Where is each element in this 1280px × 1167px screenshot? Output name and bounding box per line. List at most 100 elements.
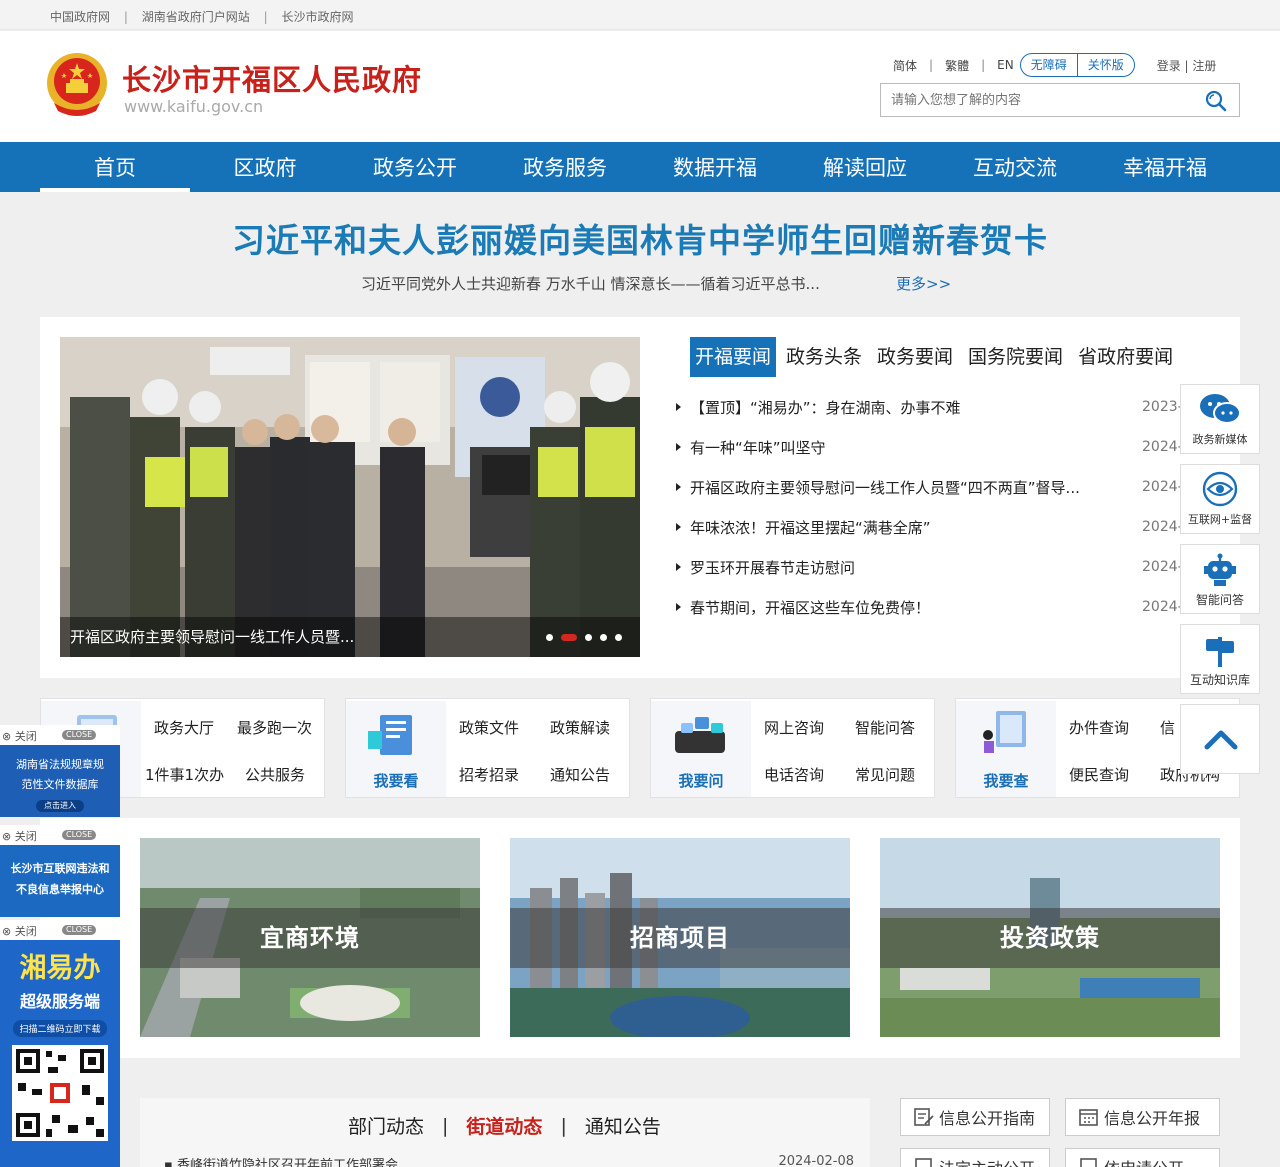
feature-investment-policy[interactable]: 投资政策: [880, 838, 1220, 1037]
news-title[interactable]: 开福区政府主要领导慰问一线工作人员暨“四不两直”督导...: [690, 477, 1126, 498]
close-badge[interactable]: CLOSE: [62, 925, 97, 935]
news-title[interactable]: 【置顶】“湘易办”：身在湖南、办事不难: [690, 397, 1126, 418]
tab-notices[interactable]: 通知公告: [585, 1112, 661, 1139]
list-item[interactable]: 有一种“年味”叫坚守 2024-: [676, 427, 1183, 467]
button-label: 信息公开指南: [939, 1109, 1036, 1128]
list-item[interactable]: 【置顶】“湘易办”：身在湖南、办事不难 2023-: [676, 387, 1183, 427]
close-bar[interactable]: ⊗ 关闭 CLOSE: [0, 725, 120, 745]
tab-state-council-news[interactable]: 国务院要闻: [963, 337, 1068, 377]
tab-department-news[interactable]: 部门动态: [348, 1112, 424, 1139]
service-link[interactable]: 便民查询: [1069, 764, 1129, 785]
service-link[interactable]: 政务大厅: [154, 717, 214, 738]
link-changsha-gov[interactable]: 长沙市政府网: [281, 10, 353, 24]
headline-title[interactable]: 习近平和夫人彭丽媛向美国林肯中学师生回赠新春贺卡: [0, 214, 1280, 262]
feature-investment-projects[interactable]: 招商项目: [510, 838, 850, 1037]
tab-provincial-news[interactable]: 省政府要闻: [1073, 337, 1178, 377]
service-link[interactable]: 信: [1160, 717, 1175, 738]
service-link[interactable]: 电话咨询: [764, 764, 824, 785]
nav-government-services[interactable]: 政务服务: [490, 142, 640, 192]
statutory-disclosure-button[interactable]: 法定主动公开: [900, 1148, 1050, 1167]
site-title: 长沙市开福区人民政府: [122, 63, 423, 97]
news-title[interactable]: 罗玉环开展春节走访慰问: [690, 557, 1126, 578]
nav-data-kaifu[interactable]: 数据开福: [640, 142, 790, 192]
service-link[interactable]: 最多跑一次: [237, 717, 312, 738]
feature-business-environment[interactable]: 宜商环境: [140, 838, 480, 1037]
service-link[interactable]: 公共服务: [245, 764, 305, 785]
close-badge[interactable]: CLOSE: [62, 830, 97, 840]
elder-mode-button[interactable]: 关怀版: [1076, 54, 1134, 76]
info-annual-report-button[interactable]: 信息公开年报: [1065, 1098, 1220, 1136]
application-disclosure-button[interactable]: 依申请公开: [1065, 1148, 1220, 1167]
service-link[interactable]: 智能问答: [855, 717, 915, 738]
list-item[interactable]: 年味浓浓！开福这里摆起“满巷全席” 2024-: [676, 507, 1183, 547]
list-item[interactable]: ▪ 香峰街道竹隐社区召开年前工作部署会 2024-02-08: [164, 1154, 854, 1167]
close-icon[interactable]: ⊗ 关闭: [2, 828, 37, 844]
back-to-top-button[interactable]: [1180, 704, 1260, 774]
news-title[interactable]: 有一种“年味”叫坚守: [690, 437, 1126, 458]
nav-happy-kaifu[interactable]: 幸福开福: [1090, 142, 1240, 192]
nav-district-government[interactable]: 区政府: [190, 142, 340, 192]
bottom-tabs: 部门动态 | 街道动态 | 通知公告: [348, 1112, 661, 1139]
service-link[interactable]: 政策文件: [459, 717, 519, 738]
nav-home[interactable]: 首页: [40, 142, 190, 192]
service-label[interactable]: 我要看: [346, 770, 446, 791]
service-link[interactable]: 常见问题: [855, 764, 915, 785]
regulations-database-link[interactable]: 湖南省法规规章规范性文件数据库 点击进入: [0, 745, 120, 817]
service-link[interactable]: 网上咨询: [764, 717, 824, 738]
nav-government-affairs-open[interactable]: 政务公开: [340, 142, 490, 192]
tab-kaifu-news[interactable]: 开福要闻: [690, 337, 777, 377]
slide-dot-active[interactable]: [561, 634, 577, 641]
link-gov-cn[interactable]: 中国政府网: [50, 10, 110, 24]
close-badge[interactable]: CLOSE: [62, 730, 97, 740]
news-title[interactable]: 年味浓浓！开福这里摆起“满巷全席”: [690, 517, 1126, 538]
slide-dot[interactable]: [600, 634, 607, 641]
list-item[interactable]: 春节期间，开福区这些车位免费停！ 2024-: [676, 587, 1183, 627]
gov-new-media-button[interactable]: 政务新媒体: [1180, 384, 1260, 454]
service-link[interactable]: 政策解读: [550, 717, 610, 738]
close-bar[interactable]: ⊗ 关闭 CLOSE: [0, 825, 120, 845]
feature-label[interactable]: 招商项目: [510, 908, 850, 968]
service-label[interactable]: 我要查: [956, 770, 1056, 791]
close-icon[interactable]: ⊗ 关闭: [2, 923, 37, 939]
slide-dot[interactable]: [615, 634, 622, 641]
nav-interaction[interactable]: 互动交流: [940, 142, 1090, 192]
news-title[interactable]: 春节期间，开福区这些车位免费停！: [690, 597, 1126, 618]
service-label[interactable]: 我要问: [651, 770, 751, 791]
list-item[interactable]: 罗玉环开展春节走访慰问 2024-: [676, 547, 1183, 587]
news-slideshow[interactable]: 开福区政府主要领导慰问一线工作人员暨...: [60, 337, 640, 657]
feature-label[interactable]: 宜商环境: [140, 908, 480, 968]
tab-government-news[interactable]: 政务要闻: [872, 337, 958, 377]
feature-label[interactable]: 投资政策: [880, 908, 1220, 968]
lang-simplified-link[interactable]: 简体: [893, 57, 917, 74]
search-icon[interactable]: [1205, 90, 1227, 112]
report-center-link[interactable]: 长沙市互联网违法和不良信息举报中心: [0, 845, 120, 917]
service-link[interactable]: 办件查询: [1069, 717, 1129, 738]
lang-traditional-link[interactable]: 繁體: [945, 57, 969, 74]
internet-supervision-button[interactable]: 互联网+监督: [1180, 464, 1260, 534]
lang-english-link[interactable]: EN: [997, 58, 1014, 72]
tab-government-headlines[interactable]: 政务头条: [781, 337, 867, 377]
knowledge-base-button[interactable]: 互动知识库: [1180, 624, 1260, 694]
service-link[interactable]: 通知公告: [550, 764, 610, 785]
service-link[interactable]: 1件事1次办: [145, 764, 224, 785]
nav-interpretation[interactable]: 解读回应: [790, 142, 940, 192]
headline-subtitle[interactable]: 习近平同党外人士共迎新春 万水千山 情深意长——循着习近平总书...: [361, 273, 820, 294]
login-register-link[interactable]: 登录 | 注册: [1157, 57, 1217, 74]
list-item[interactable]: 开福区政府主要领导慰问一线工作人员暨“四不两直”督导... 2024-: [676, 467, 1183, 507]
tab-street-news[interactable]: 街道动态: [466, 1112, 542, 1139]
more-link[interactable]: 更多>>: [896, 273, 951, 294]
slide-dot[interactable]: [585, 634, 592, 641]
enter-button[interactable]: 点击进入: [36, 800, 84, 812]
close-bar[interactable]: ⊗ 关闭 CLOSE: [0, 920, 120, 940]
link-hunan-gov[interactable]: 湖南省政府门户网站: [142, 10, 250, 24]
news-panel: 开福区政府主要领导慰问一线工作人员暨... 开福要闻 政务头条 政务要闻 国务院…: [40, 317, 1240, 678]
info-disclosure-guide-button[interactable]: 信息公开指南: [900, 1098, 1050, 1136]
smart-qa-button[interactable]: 智能问答: [1180, 544, 1260, 614]
close-icon[interactable]: ⊗ 关闭: [2, 728, 37, 744]
news-title[interactable]: 香峰街道竹隐社区召开年前工作部署会: [177, 1158, 398, 1167]
xiangyiban-download-link[interactable]: 湘易办 超级服务端 扫描二维码立即下载: [0, 940, 120, 1167]
accessibility-button[interactable]: 无障碍: [1021, 54, 1077, 76]
slide-dot[interactable]: [546, 634, 553, 641]
search-input[interactable]: [881, 84, 1181, 116]
service-link[interactable]: 招考招录: [459, 764, 519, 785]
